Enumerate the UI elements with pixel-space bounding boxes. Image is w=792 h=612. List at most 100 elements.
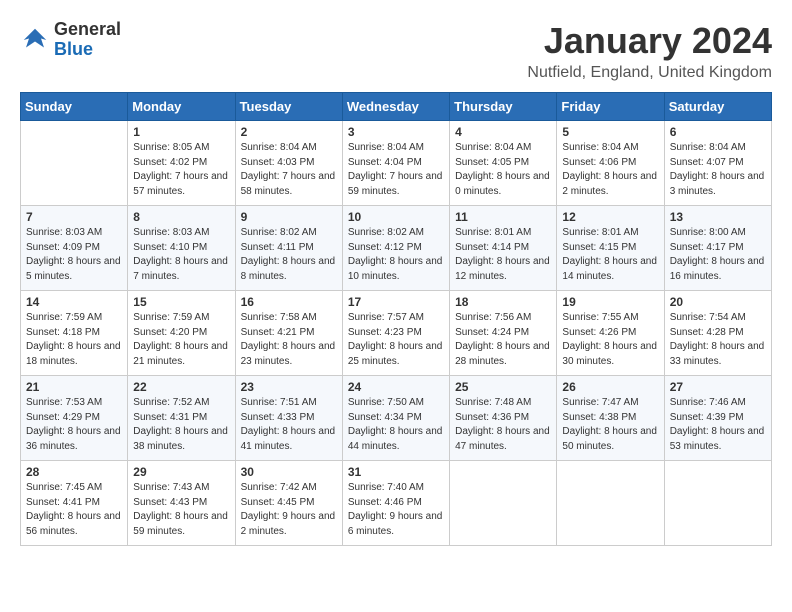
day-info: Sunrise: 7:46 AMSunset: 4:39 PMDaylight:… <box>670 396 766 454</box>
header-day-wednesday: Wednesday <box>342 93 449 121</box>
day-info: Sunrise: 8:04 AMSunset: 4:06 PMDaylight:… <box>562 141 658 199</box>
day-info: Sunrise: 7:58 AMSunset: 4:21 PMDaylight:… <box>241 311 337 369</box>
day-number: 16 <box>241 295 337 309</box>
day-number: 13 <box>670 210 766 224</box>
calendar-cell: 5Sunrise: 8:04 AMSunset: 4:06 PMDaylight… <box>557 121 664 206</box>
day-info: Sunrise: 7:55 AMSunset: 4:26 PMDaylight:… <box>562 311 658 369</box>
calendar-cell <box>557 461 664 546</box>
day-number: 9 <box>241 210 337 224</box>
day-number: 10 <box>348 210 444 224</box>
calendar-cell: 17 Sunrise: 7:57 AMSunset: 4:23 PMDayligh… <box>342 291 449 376</box>
calendar-cell: 31 Sunrise: 7:40 AMSunset: 4:46 PMDayligh… <box>342 461 449 546</box>
day-info: Sunrise: 7:56 AMSunset: 4:24 PMDaylight:… <box>455 311 551 369</box>
day-info: Sunrise: 8:04 AMSunset: 4:03 PMDaylight:… <box>241 141 337 199</box>
header-day-saturday: Saturday <box>664 93 771 121</box>
day-number: 26 <box>562 380 658 394</box>
day-number: 18 <box>455 295 551 309</box>
day-number: 19 <box>562 295 658 309</box>
day-info: Sunrise: 8:01 AMSunset: 4:15 PMDaylight:… <box>562 226 658 284</box>
day-info: Sunrise: 8:03 AMSunset: 4:09 PMDaylight:… <box>26 226 122 284</box>
header-day-thursday: Thursday <box>450 93 557 121</box>
calendar-cell: 19 Sunrise: 7:55 AMSunset: 4:26 PMDayligh… <box>557 291 664 376</box>
calendar-cell: 10 Sunrise: 8:02 AMSunset: 4:12 PMDayligh… <box>342 206 449 291</box>
calendar-cell: 30Sunrise: 7:42 AMSunset: 4:45 PMDayligh… <box>235 461 342 546</box>
calendar-cell: 27 Sunrise: 7:46 AMSunset: 4:39 PMDayligh… <box>664 376 771 461</box>
day-info: Sunrise: 7:48 AMSunset: 4:36 PMDaylight:… <box>455 396 551 454</box>
calendar-cell: 20 Sunrise: 7:54 AMSunset: 4:28 PMDayligh… <box>664 291 771 376</box>
day-number: 27 <box>670 380 766 394</box>
day-number: 25 <box>455 380 551 394</box>
day-info: Sunrise: 7:43 AMSunset: 4:43 PMDaylight:… <box>133 481 229 539</box>
calendar-cell: 21Sunrise: 7:53 AMSunset: 4:29 PMDayligh… <box>21 376 128 461</box>
calendar-table: SundayMondayTuesdayWednesdayThursdayFrid… <box>20 92 772 546</box>
calendar-cell: 7Sunrise: 8:03 AMSunset: 4:09 PMDaylight… <box>21 206 128 291</box>
day-info: Sunrise: 8:04 AMSunset: 4:07 PMDaylight:… <box>670 141 766 199</box>
calendar-cell: 3Sunrise: 8:04 AMSunset: 4:04 PMDaylight… <box>342 121 449 206</box>
calendar-cell: 15Sunrise: 7:59 AMSunset: 4:20 PMDayligh… <box>128 291 235 376</box>
day-info: Sunrise: 8:04 AMSunset: 4:05 PMDaylight:… <box>455 141 551 199</box>
calendar-row-3: 21Sunrise: 7:53 AMSunset: 4:29 PMDayligh… <box>21 376 772 461</box>
day-number: 3 <box>348 125 444 139</box>
day-info: Sunrise: 7:54 AMSunset: 4:28 PMDaylight:… <box>670 311 766 369</box>
day-info: Sunrise: 7:45 AMSunset: 4:41 PMDaylight:… <box>26 481 122 539</box>
header-day-sunday: Sunday <box>21 93 128 121</box>
calendar-cell: 2 Sunrise: 8:04 AMSunset: 4:03 PMDaylight… <box>235 121 342 206</box>
day-info: Sunrise: 8:02 AMSunset: 4:11 PMDaylight:… <box>241 226 337 284</box>
calendar-cell: 14Sunrise: 7:59 AMSunset: 4:18 PMDayligh… <box>21 291 128 376</box>
day-info: Sunrise: 7:59 AMSunset: 4:18 PMDaylight:… <box>26 311 122 369</box>
calendar-cell: 26 Sunrise: 7:47 AMSunset: 4:38 PMDayligh… <box>557 376 664 461</box>
calendar-cell: 23Sunrise: 7:51 AMSunset: 4:33 PMDayligh… <box>235 376 342 461</box>
day-number: 31 <box>348 465 444 479</box>
page-header: General Blue January 2024 Nutfield, Engl… <box>20 20 772 82</box>
header-day-tuesday: Tuesday <box>235 93 342 121</box>
calendar-cell <box>664 461 771 546</box>
day-info: Sunrise: 7:47 AMSunset: 4:38 PMDaylight:… <box>562 396 658 454</box>
day-info: Sunrise: 7:50 AMSunset: 4:34 PMDaylight:… <box>348 396 444 454</box>
day-number: 30 <box>241 465 337 479</box>
day-info: Sunrise: 8:05 AMSunset: 4:02 PMDaylight:… <box>133 141 229 199</box>
day-number: 17 <box>348 295 444 309</box>
day-info: Sunrise: 7:40 AMSunset: 4:46 PMDaylight:… <box>348 481 444 539</box>
day-number: 21 <box>26 380 122 394</box>
calendar-cell: 22 Sunrise: 7:52 AMSunset: 4:31 PMDayligh… <box>128 376 235 461</box>
day-info: Sunrise: 8:02 AMSunset: 4:12 PMDaylight:… <box>348 226 444 284</box>
calendar-cell: 4Sunrise: 8:04 AMSunset: 4:05 PMDaylight… <box>450 121 557 206</box>
calendar-cell: 8 Sunrise: 8:03 AMSunset: 4:10 PMDaylight… <box>128 206 235 291</box>
day-number: 12 <box>562 210 658 224</box>
day-number: 22 <box>133 380 229 394</box>
day-info: Sunrise: 8:01 AMSunset: 4:14 PMDaylight:… <box>455 226 551 284</box>
day-info: Sunrise: 7:52 AMSunset: 4:31 PMDaylight:… <box>133 396 229 454</box>
day-number: 24 <box>348 380 444 394</box>
logo-icon <box>20 25 50 55</box>
calendar-cell: 18 Sunrise: 7:56 AMSunset: 4:24 PMDayligh… <box>450 291 557 376</box>
logo-text: General Blue <box>54 20 121 60</box>
logo: General Blue <box>20 20 121 60</box>
calendar-body: 1Sunrise: 8:05 AMSunset: 4:02 PMDaylight… <box>21 121 772 546</box>
calendar-cell: 24 Sunrise: 7:50 AMSunset: 4:34 PMDayligh… <box>342 376 449 461</box>
calendar-cell: 16 Sunrise: 7:58 AMSunset: 4:21 PMDayligh… <box>235 291 342 376</box>
calendar-row-0: 1Sunrise: 8:05 AMSunset: 4:02 PMDaylight… <box>21 121 772 206</box>
calendar-row-2: 14Sunrise: 7:59 AMSunset: 4:18 PMDayligh… <box>21 291 772 376</box>
day-number: 23 <box>241 380 337 394</box>
header-day-friday: Friday <box>557 93 664 121</box>
calendar-cell: 28 Sunrise: 7:45 AMSunset: 4:41 PMDayligh… <box>21 461 128 546</box>
location-text: Nutfield, England, United Kingdom <box>527 64 772 82</box>
calendar-cell <box>21 121 128 206</box>
day-info: Sunrise: 8:00 AMSunset: 4:17 PMDaylight:… <box>670 226 766 284</box>
day-number: 6 <box>670 125 766 139</box>
title-block: January 2024 Nutfield, England, United K… <box>527 20 772 82</box>
month-title: January 2024 <box>527 20 772 62</box>
calendar-cell: 9 Sunrise: 8:02 AMSunset: 4:11 PMDaylight… <box>235 206 342 291</box>
calendar-cell: 11Sunrise: 8:01 AMSunset: 4:14 PMDayligh… <box>450 206 557 291</box>
day-number: 8 <box>133 210 229 224</box>
day-number: 28 <box>26 465 122 479</box>
day-number: 20 <box>670 295 766 309</box>
calendar-cell: 29Sunrise: 7:43 AMSunset: 4:43 PMDayligh… <box>128 461 235 546</box>
day-number: 2 <box>241 125 337 139</box>
day-info: Sunrise: 7:59 AMSunset: 4:20 PMDaylight:… <box>133 311 229 369</box>
calendar-cell: 1Sunrise: 8:05 AMSunset: 4:02 PMDaylight… <box>128 121 235 206</box>
calendar-cell: 25 Sunrise: 7:48 AMSunset: 4:36 PMDayligh… <box>450 376 557 461</box>
calendar-row-4: 28 Sunrise: 7:45 AMSunset: 4:41 PMDayligh… <box>21 461 772 546</box>
day-info: Sunrise: 8:03 AMSunset: 4:10 PMDaylight:… <box>133 226 229 284</box>
day-info: Sunrise: 7:57 AMSunset: 4:23 PMDaylight:… <box>348 311 444 369</box>
